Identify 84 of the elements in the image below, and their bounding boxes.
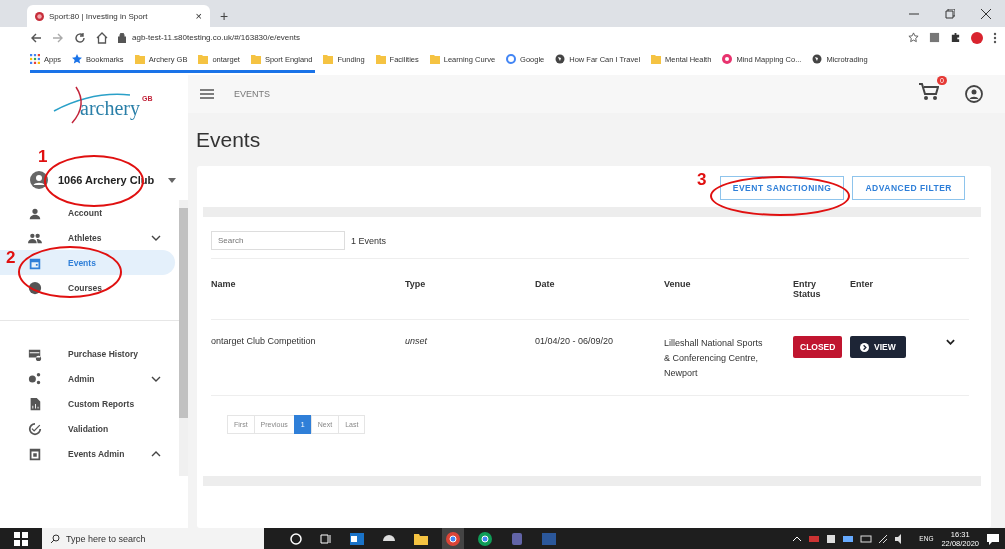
restore-icon[interactable]	[945, 9, 955, 19]
address-bar[interactable]: agb-test-11.s80testing.co.uk/#/163830/e/events	[118, 29, 898, 46]
table-cell-text: Lilleshall National Sports & Conferencing Centre, Newport	[664, 337, 764, 380]
browser-tab[interactable]: Sport:80 | Investing in Sport ×	[27, 5, 210, 27]
chevron-up-icon	[151, 450, 161, 457]
target-icon	[35, 11, 44, 21]
column-header: Venue	[664, 279, 692, 291]
sidebar-item[interactable]: Courses	[0, 275, 175, 300]
scrollbar[interactable]	[203, 207, 981, 217]
lock-icon	[118, 32, 126, 43]
scrollbar[interactable]	[179, 200, 188, 476]
folder-icon	[198, 54, 209, 64]
search-icon	[50, 533, 60, 544]
chrome-icon[interactable]	[478, 531, 492, 546]
sidebar-item[interactable]: Admin	[0, 366, 175, 391]
calendar-icon	[28, 446, 42, 461]
column-header: Type	[405, 279, 427, 291]
sidebar-item[interactable]: Events Admin	[0, 441, 175, 466]
column-header: Date	[535, 279, 556, 291]
report-icon	[28, 396, 42, 411]
gears-icon	[28, 371, 42, 386]
tab-title: Sport:80 | Investing in Sport	[49, 11, 149, 21]
close-tab-button[interactable]: ×	[195, 10, 202, 22]
dropdown-icon	[168, 177, 176, 183]
annotation-number: 3	[697, 170, 707, 190]
search-field[interactable]: Search	[211, 231, 345, 250]
expand-icon[interactable]	[946, 339, 955, 345]
folder-icon[interactable]	[414, 532, 428, 545]
avatar-icon[interactable]	[971, 31, 983, 44]
taskbar-search[interactable]: Type here to search	[42, 528, 264, 549]
folder-icon	[323, 54, 334, 64]
globe-icon	[555, 54, 566, 64]
star-icon	[72, 54, 83, 64]
apps-grid-icon	[30, 54, 40, 64]
sidebar-item[interactable]: Athletes	[0, 225, 175, 250]
mail-icon[interactable]	[350, 532, 364, 545]
sidebar-item[interactable]: Custom Reports	[0, 391, 175, 416]
chevron-down-icon	[151, 234, 161, 241]
menu-icon[interactable]	[200, 89, 214, 99]
annotation-number: 1	[38, 147, 48, 167]
column-header: Entry Status	[793, 279, 822, 299]
page-heading: Events	[196, 128, 262, 152]
home-icon[interactable]	[96, 31, 108, 44]
view-button[interactable]: VIEW	[850, 336, 906, 358]
folder-icon	[250, 54, 261, 64]
column-header: Name	[211, 279, 237, 291]
event-count: 1 Events	[351, 235, 387, 246]
sidebar-item[interactable]: Validation	[0, 416, 175, 441]
extension-icon[interactable]	[929, 32, 940, 43]
globe-icon	[812, 54, 823, 64]
sidebar-item[interactable]: Purchase History	[0, 341, 175, 366]
cart-icon[interactable]	[919, 83, 939, 101]
account-icon[interactable]	[965, 85, 983, 103]
folder-icon	[651, 54, 662, 64]
table-cell-text: ontarget Club Competition	[211, 336, 317, 346]
sidebar-item[interactable]: Account	[0, 200, 175, 225]
more-icon[interactable]	[993, 31, 997, 44]
reload-icon[interactable]	[74, 31, 86, 44]
filter-button[interactable]: ADVANCED FILTER	[852, 176, 965, 200]
cortana-icon[interactable]	[290, 532, 302, 545]
page-title: EVENTS	[234, 89, 270, 99]
back-icon[interactable]	[30, 31, 42, 44]
filter-button[interactable]: EVENT SANCTIONING	[719, 176, 845, 200]
puzzle-icon[interactable]	[950, 32, 961, 43]
column-header: Enter	[850, 279, 874, 291]
chevron-down-icon	[151, 375, 161, 382]
annotation-number: 2	[6, 248, 16, 268]
folder-icon	[134, 54, 145, 64]
ring-icon	[506, 54, 517, 64]
folder-icon	[429, 54, 440, 64]
new-tab-button[interactable]: +	[220, 8, 229, 24]
teams-icon[interactable]	[510, 532, 524, 545]
notifications-icon[interactable]	[987, 532, 999, 545]
arrow-circle-icon	[860, 342, 869, 352]
user-avatar-icon	[30, 171, 48, 189]
folder-icon	[375, 54, 386, 64]
target-icon	[722, 54, 733, 64]
task-view-icon[interactable]	[320, 532, 332, 545]
status-badge: CLOSED	[793, 336, 843, 358]
windows-icon[interactable]	[14, 531, 28, 546]
table-cell-text: unset	[405, 336, 429, 346]
table-cell-text: 01/04/20 - 06/09/20	[535, 336, 615, 346]
close-icon[interactable]	[981, 9, 991, 19]
star-icon[interactable]	[908, 32, 919, 43]
